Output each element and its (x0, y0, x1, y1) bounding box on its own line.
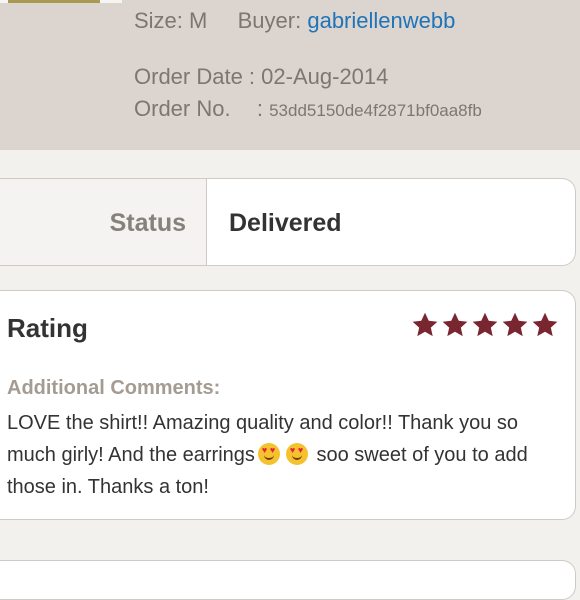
status-label-cell: Status (0, 179, 207, 265)
rating-stars (411, 311, 559, 339)
buyer-label: Buyer: (237, 8, 302, 33)
heart-eyes-emoji-icon (285, 443, 308, 465)
next-card (0, 560, 576, 600)
size-value: M (189, 8, 208, 33)
product-thumbnail[interactable] (0, 0, 122, 3)
order-number-value: 53dd5150de4f2871bf0aa8fb (269, 101, 482, 120)
order-date-label: Order Date : (134, 64, 256, 89)
order-date-value: 02-Aug-2014 (261, 64, 389, 89)
rating-title: Rating (7, 313, 88, 343)
product-image (8, 0, 100, 3)
comment-text: LOVE the shirt!! Amazing quality and col… (7, 407, 572, 503)
size-buyer-row: Size: M Buyer: gabriellenwebb (134, 8, 455, 34)
star-icon (472, 312, 498, 337)
status-label: Status (109, 209, 186, 237)
order-date-row: Order Date : 02-Aug-2014 (134, 64, 388, 90)
comments-label: Additional Comments: (7, 377, 221, 399)
status-card: Status Delivered (0, 178, 576, 266)
buyer-link[interactable]: gabriellenwebb (307, 8, 455, 33)
star-icon (532, 312, 558, 337)
size-label: Size: (134, 8, 183, 33)
order-header: Size: M Buyer: gabriellenwebb Order Date… (0, 0, 580, 150)
star-icon (412, 312, 438, 337)
star-icon (442, 312, 468, 337)
status-value: Delivered (229, 209, 342, 237)
rating-card: Rating Additional Comments: LOVE the shi… (0, 290, 576, 520)
order-number-row: Order No. : 53dd5150de4f2871bf0aa8fb (134, 96, 482, 122)
order-number-sep: : (256, 96, 263, 121)
order-number-label: Order No. (134, 96, 231, 121)
star-icon (502, 312, 528, 337)
heart-eyes-emoji-icon (257, 443, 280, 465)
